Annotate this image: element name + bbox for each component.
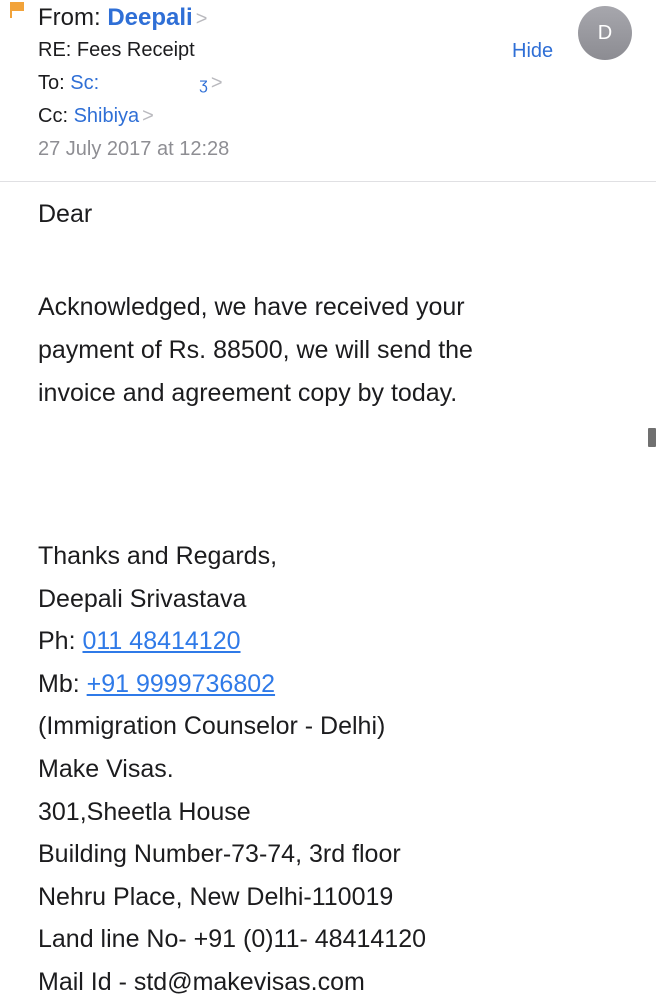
recipient-fragment-icon: ʒ	[199, 76, 208, 93]
to-row[interactable]: To: Sc: ʒ >	[38, 71, 223, 97]
signature-name: Deepali Srivastava	[38, 584, 247, 613]
redacted-recipient	[99, 75, 199, 93]
chevron-right-icon[interactable]: >	[211, 71, 223, 95]
mobile-line: Mb: +91 9999736802	[38, 663, 426, 706]
cc-row[interactable]: Cc: Shibiya >	[38, 104, 154, 128]
chevron-right-icon[interactable]: >	[142, 104, 154, 128]
avatar[interactable]: D	[578, 6, 632, 60]
hide-details-button[interactable]: Hide	[512, 39, 553, 63]
address-line: Nehru Place, New Delhi-110019	[38, 882, 394, 911]
scroll-indicator[interactable]	[648, 428, 656, 447]
phone-link[interactable]: 011 48414120	[82, 627, 240, 655]
signature-closing: Thanks and Regards,	[38, 542, 278, 570]
message-paragraph: Acknowledged, we have received your paym…	[38, 286, 473, 415]
mail-line: Mail Id - std@makevisas.com	[38, 967, 365, 996]
cc-label: Cc:	[38, 105, 68, 127]
cc-recipient-name[interactable]: Shibiya	[74, 105, 140, 127]
chevron-right-icon[interactable]: >	[196, 5, 208, 33]
signature-role: (Immigration Counselor - Delhi)	[38, 712, 386, 741]
message-header: From: Deepali > RE: Fees Receipt To: Sc: ʒ…	[0, 0, 656, 182]
mobile-link[interactable]: +91 9999736802	[87, 670, 275, 698]
signature-company: Make Visas.	[38, 754, 174, 783]
phone-label: Ph:	[38, 627, 76, 656]
address-line: Building Number-73-74, 3rd floor	[38, 840, 401, 869]
from-label: From:	[38, 4, 101, 31]
paragraph-line: Acknowledged, we have received your	[38, 293, 465, 321]
address-line: 301,Sheetla House	[38, 797, 251, 826]
subject: RE: Fees Receipt	[38, 39, 195, 61]
mobile-label: Mb:	[38, 669, 80, 698]
greeting: Dear	[38, 200, 93, 228]
from-row[interactable]: From: Deepali >	[38, 4, 207, 33]
signature-block: Thanks and Regards, Deepali Srivastava P…	[38, 535, 426, 1004]
message-date: 27 July 2017 at 12:28	[38, 138, 230, 160]
to-label: To:	[38, 72, 65, 94]
paragraph-line: invoice and agreement copy by today.	[38, 379, 458, 407]
paragraph-line: payment of Rs. 88500, we will send the	[38, 336, 473, 364]
recipient-name[interactable]: Sc:	[70, 72, 99, 94]
landline-line: Land line No- +91 (0)11- 48414120	[38, 925, 427, 954]
phone-line: Ph: 011 48414120	[38, 620, 426, 663]
sender-name[interactable]: Deepali	[107, 4, 192, 31]
flag-icon	[10, 2, 24, 18]
